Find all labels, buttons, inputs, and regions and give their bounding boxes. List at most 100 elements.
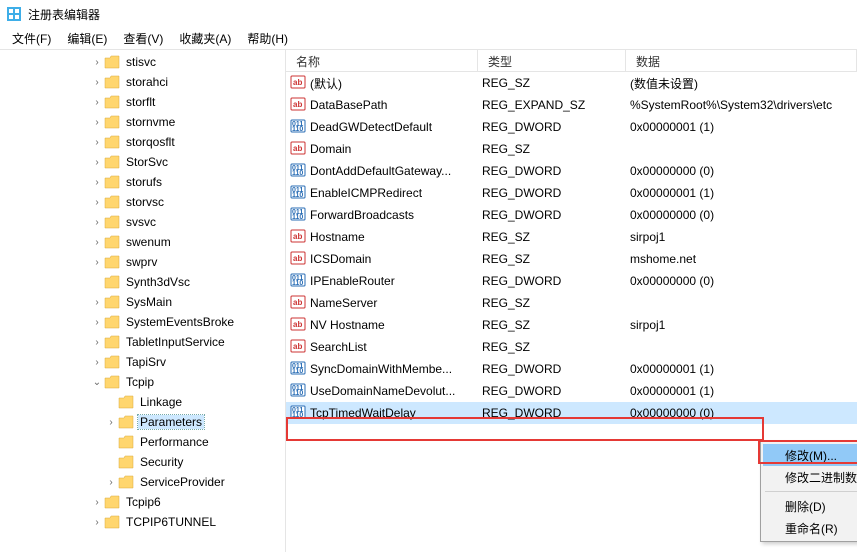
- tree-pane[interactable]: ›stisvc›storahci›storflt›stornvme›storqo…: [0, 50, 286, 552]
- tree-item-storsvc[interactable]: ›StorSvc: [0, 152, 285, 172]
- ctx-modify[interactable]: 修改(M)...: [763, 444, 857, 466]
- ctx-delete[interactable]: 删除(D): [763, 495, 857, 517]
- ctx-separator: [765, 491, 857, 492]
- tree-twisty-icon[interactable]: ›: [90, 237, 104, 248]
- menu-favorites[interactable]: 收藏夹(A): [171, 28, 239, 49]
- value-row[interactable]: abNV HostnameREG_SZsirpoj1: [286, 314, 857, 336]
- value-type: REG_SZ: [478, 340, 626, 354]
- tree-item-swprv[interactable]: › swprv: [0, 252, 285, 272]
- tree-item-tapisrv[interactable]: ›TapiSrv: [0, 352, 285, 372]
- value-row[interactable]: ab(默认)REG_SZ(数值未设置): [286, 72, 857, 94]
- tree-twisty-icon[interactable]: ›: [90, 257, 104, 268]
- tree-item-performance[interactable]: Performance: [0, 432, 285, 452]
- svg-text:ab: ab: [293, 342, 302, 351]
- tree-twisty-icon[interactable]: ⌄: [90, 377, 104, 388]
- value-row[interactable]: abSearchListREG_SZ: [286, 336, 857, 358]
- value-name: EnableICMPRedirect: [310, 186, 422, 200]
- tree-twisty-icon[interactable]: ›: [90, 157, 104, 168]
- tree-twisty-icon[interactable]: ›: [90, 497, 104, 508]
- value-data: 0x00000001 (1): [626, 186, 857, 200]
- svg-text:110: 110: [292, 214, 303, 221]
- value-name: ForwardBroadcasts: [310, 208, 414, 222]
- tree-twisty-icon[interactable]: ›: [90, 97, 104, 108]
- tree-item-security[interactable]: Security: [0, 452, 285, 472]
- tree-item-svsvc[interactable]: ›svsvc: [0, 212, 285, 232]
- tree-item-synth3dvsc[interactable]: Synth3dVsc: [0, 272, 285, 292]
- tree-twisty-icon[interactable]: ›: [90, 317, 104, 328]
- tree-item-swenum[interactable]: ›swenum: [0, 232, 285, 252]
- menu-view[interactable]: 查看(V): [115, 28, 171, 49]
- value-row[interactable]: abICSDomainREG_SZmshome.net: [286, 248, 857, 270]
- tree-item-storvsc[interactable]: ›storvsc: [0, 192, 285, 212]
- tree-twisty-icon[interactable]: ›: [90, 57, 104, 68]
- tree-item-linkage[interactable]: Linkage: [0, 392, 285, 412]
- tree-item-label: swprv: [124, 255, 159, 269]
- tree-item-label: TabletInputService: [124, 335, 227, 349]
- tree-item-storqosflt[interactable]: ›storqosflt: [0, 132, 285, 152]
- tree-twisty-icon[interactable]: ›: [90, 197, 104, 208]
- tree-item-systemeventsbroke[interactable]: ›SystemEventsBroke: [0, 312, 285, 332]
- value-name: DeadGWDetectDefault: [310, 120, 432, 134]
- value-data: sirpoj1: [626, 318, 857, 332]
- list-pane[interactable]: 名称 类型 数据 ab(默认)REG_SZ(数值未设置)abDataBasePa…: [286, 50, 857, 552]
- ctx-modify-binary[interactable]: 修改二进制数据(B)...: [763, 466, 857, 488]
- col-header-name[interactable]: 名称: [286, 50, 478, 71]
- value-row[interactable]: abDomainREG_SZ: [286, 138, 857, 160]
- value-row[interactable]: 011110ForwardBroadcastsREG_DWORD0x000000…: [286, 204, 857, 226]
- col-header-data[interactable]: 数据: [626, 50, 857, 71]
- value-data: mshome.net: [626, 252, 857, 266]
- value-row[interactable]: 011110SyncDomainWithMembe...REG_DWORD0x0…: [286, 358, 857, 380]
- value-name: SyncDomainWithMembe...: [310, 362, 452, 376]
- svg-text:110: 110: [292, 192, 303, 199]
- tree-item-tcpip6tunnel[interactable]: ›TCPIP6TUNNEL: [0, 512, 285, 532]
- tree-item-storahci[interactable]: › storahci: [0, 72, 285, 92]
- svg-text:ab: ab: [293, 78, 302, 87]
- tree-twisty-icon[interactable]: ›: [90, 177, 104, 188]
- value-row[interactable]: 011110DeadGWDetectDefaultREG_DWORD0x0000…: [286, 116, 857, 138]
- tree-twisty-icon[interactable]: ›: [90, 117, 104, 128]
- tree-item-stisvc[interactable]: ›stisvc: [0, 52, 285, 72]
- tree-item-tabletinputservice[interactable]: › TabletInputService: [0, 332, 285, 352]
- value-row[interactable]: 011110IPEnableRouterREG_DWORD0x00000000 …: [286, 270, 857, 292]
- tree-item-storufs[interactable]: ›storufs: [0, 172, 285, 192]
- menu-edit[interactable]: 编辑(E): [59, 28, 115, 49]
- value-row[interactable]: abHostnameREG_SZsirpoj1: [286, 226, 857, 248]
- value-row[interactable]: abDataBasePathREG_EXPAND_SZ%SystemRoot%\…: [286, 94, 857, 116]
- reg-bin-icon: 011110: [290, 184, 306, 203]
- ctx-rename[interactable]: 重命名(R): [763, 517, 857, 539]
- tree-twisty-icon[interactable]: ›: [104, 417, 118, 428]
- value-row[interactable]: 011110EnableICMPRedirectREG_DWORD0x00000…: [286, 182, 857, 204]
- value-name: UseDomainNameDevolut...: [310, 384, 455, 398]
- tree-twisty-icon[interactable]: ›: [104, 477, 118, 488]
- tree-item-sysmain[interactable]: ›SysMain: [0, 292, 285, 312]
- value-type: REG_SZ: [478, 252, 626, 266]
- value-row[interactable]: 011110UseDomainNameDevolut...REG_DWORD0x…: [286, 380, 857, 402]
- tree-twisty-icon[interactable]: ›: [90, 137, 104, 148]
- tree-item-label: storflt: [124, 95, 157, 109]
- value-data: 0x00000000 (0): [626, 274, 857, 288]
- tree-twisty-icon[interactable]: ›: [90, 517, 104, 528]
- menu-file[interactable]: 文件(F): [4, 28, 59, 49]
- tree-item-tcpip[interactable]: ⌄Tcpip: [0, 372, 285, 392]
- tree-twisty-icon[interactable]: ›: [90, 337, 104, 348]
- value-row[interactable]: abNameServerREG_SZ: [286, 292, 857, 314]
- tree-item-parameters[interactable]: ›Parameters: [0, 412, 285, 432]
- menu-help[interactable]: 帮助(H): [239, 28, 296, 49]
- tree-twisty-icon[interactable]: ›: [90, 357, 104, 368]
- tree-twisty-icon[interactable]: ›: [90, 77, 104, 88]
- tree-item-tcpip6[interactable]: ›Tcpip6: [0, 492, 285, 512]
- reg-str-icon: ab: [290, 74, 306, 93]
- window-title: 注册表编辑器: [28, 6, 100, 23]
- value-row[interactable]: 011110DontAddDefaultGateway...REG_DWORD0…: [286, 160, 857, 182]
- reg-bin-icon: 011110: [290, 118, 306, 137]
- tree-item-storflt[interactable]: › storflt: [0, 92, 285, 112]
- tree-item-stornvme[interactable]: ›stornvme: [0, 112, 285, 132]
- reg-bin-icon: 011110: [290, 404, 306, 423]
- tree-twisty-icon[interactable]: ›: [90, 297, 104, 308]
- col-header-type[interactable]: 类型: [478, 50, 626, 71]
- tree-twisty-icon[interactable]: ›: [90, 217, 104, 228]
- list-body: ab(默认)REG_SZ(数值未设置)abDataBasePathREG_EXP…: [286, 72, 857, 424]
- tree-item-serviceprovider[interactable]: ›ServiceProvider: [0, 472, 285, 492]
- tree-item-label: storahci: [124, 75, 170, 89]
- value-row[interactable]: 011110TcpTimedWaitDelayREG_DWORD0x000000…: [286, 402, 857, 424]
